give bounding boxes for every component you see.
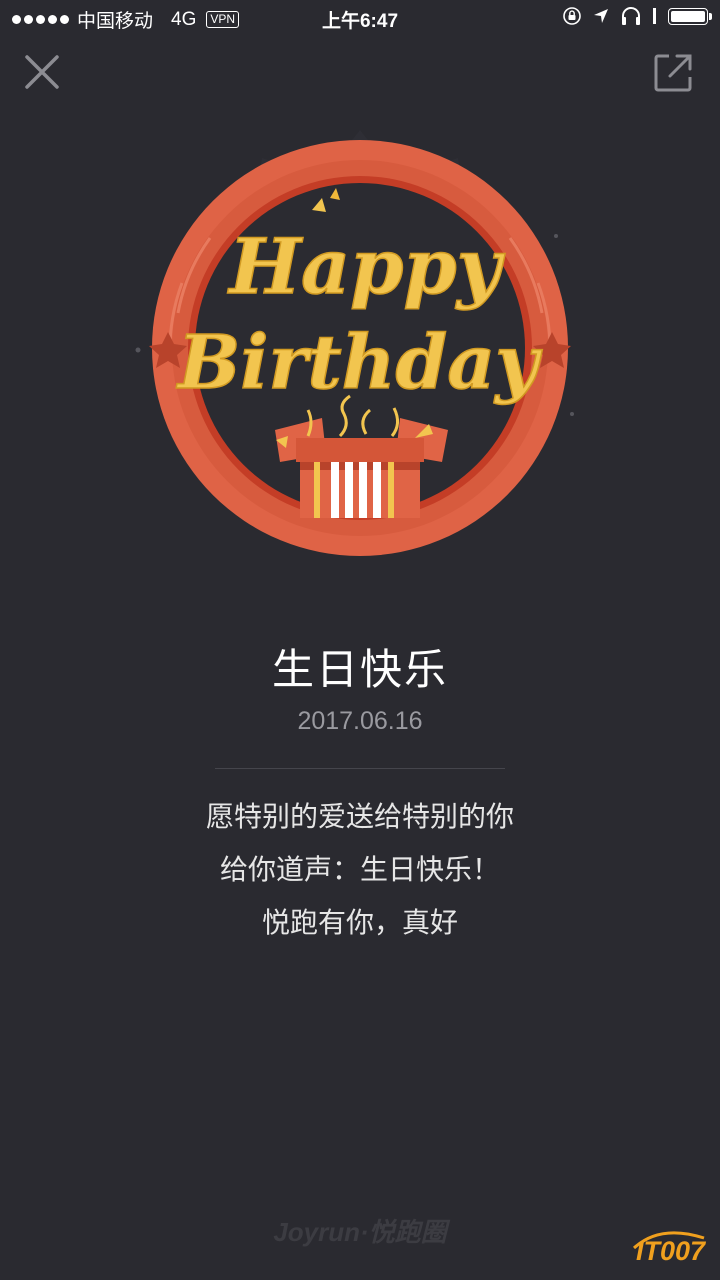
status-bar: 中国移动 4G VPN 上午6:47 bbox=[0, 0, 720, 38]
bluetooth-icon bbox=[653, 8, 656, 24]
divider bbox=[215, 768, 505, 769]
message-line: 愿特别的爱送给特别的你 bbox=[205, 800, 514, 833]
headphones-icon bbox=[622, 7, 640, 25]
greeting-date: 2017.06.16 bbox=[297, 707, 423, 735]
location-arrow-icon bbox=[594, 9, 608, 23]
watermark: IT007 bbox=[630, 1228, 714, 1272]
greeting-message: 愿特别的爱送给特别的你 给你道声：生日快乐！ 悦跑有你，真好 bbox=[0, 790, 720, 949]
battery-icon bbox=[668, 7, 712, 25]
share-button[interactable] bbox=[652, 52, 694, 94]
share-icon bbox=[654, 54, 692, 92]
badge-happy-text: Happy bbox=[227, 222, 505, 311]
birthday-badge: Happy Birthday bbox=[135, 130, 574, 556]
status-right bbox=[562, 6, 712, 26]
orientation-lock-icon bbox=[563, 7, 581, 25]
close-button[interactable] bbox=[22, 52, 62, 92]
message-line: 悦跑有你，真好 bbox=[261, 906, 458, 939]
watermark-text: IT007 bbox=[636, 1236, 706, 1266]
close-icon bbox=[25, 55, 59, 89]
message-line: 给你道声：生日快乐！ bbox=[219, 853, 500, 886]
greeting-title: 生日快乐 bbox=[271, 645, 448, 694]
badge-birthday-text: Birthday bbox=[176, 320, 543, 406]
brand-logo: Joyrun·悦跑圈 bbox=[273, 1217, 447, 1247]
